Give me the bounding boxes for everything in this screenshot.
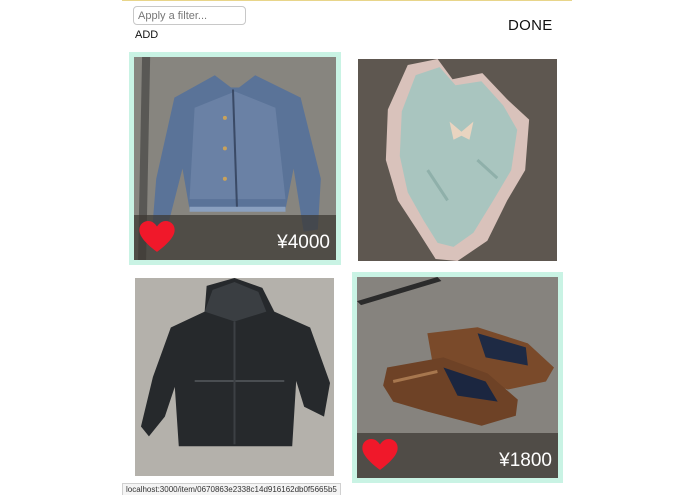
status-bar-url: localhost:3000/item/0670863e2338c14d9161… [122,483,341,495]
item-card-denim-jacket[interactable]: ¥4000 [129,52,341,265]
item-card-leather-shoes[interactable]: ¥1800 [352,272,563,483]
item-photo-mint-dress [358,59,557,261]
item-price: ¥1800 [499,450,552,471]
closet-page: ADD DONE ¥4000 [122,0,572,495]
heart-icon[interactable] [139,221,175,253]
item-photo-black-jacket [135,278,334,476]
add-button[interactable]: ADD [135,29,158,41]
item-card-mint-dress[interactable] [358,59,557,261]
heart-icon[interactable] [362,439,398,471]
item-price: ¥4000 [277,232,330,253]
filter-input[interactable] [133,6,246,25]
item-card-black-jacket[interactable] [135,278,334,476]
done-button[interactable]: DONE [508,17,553,34]
